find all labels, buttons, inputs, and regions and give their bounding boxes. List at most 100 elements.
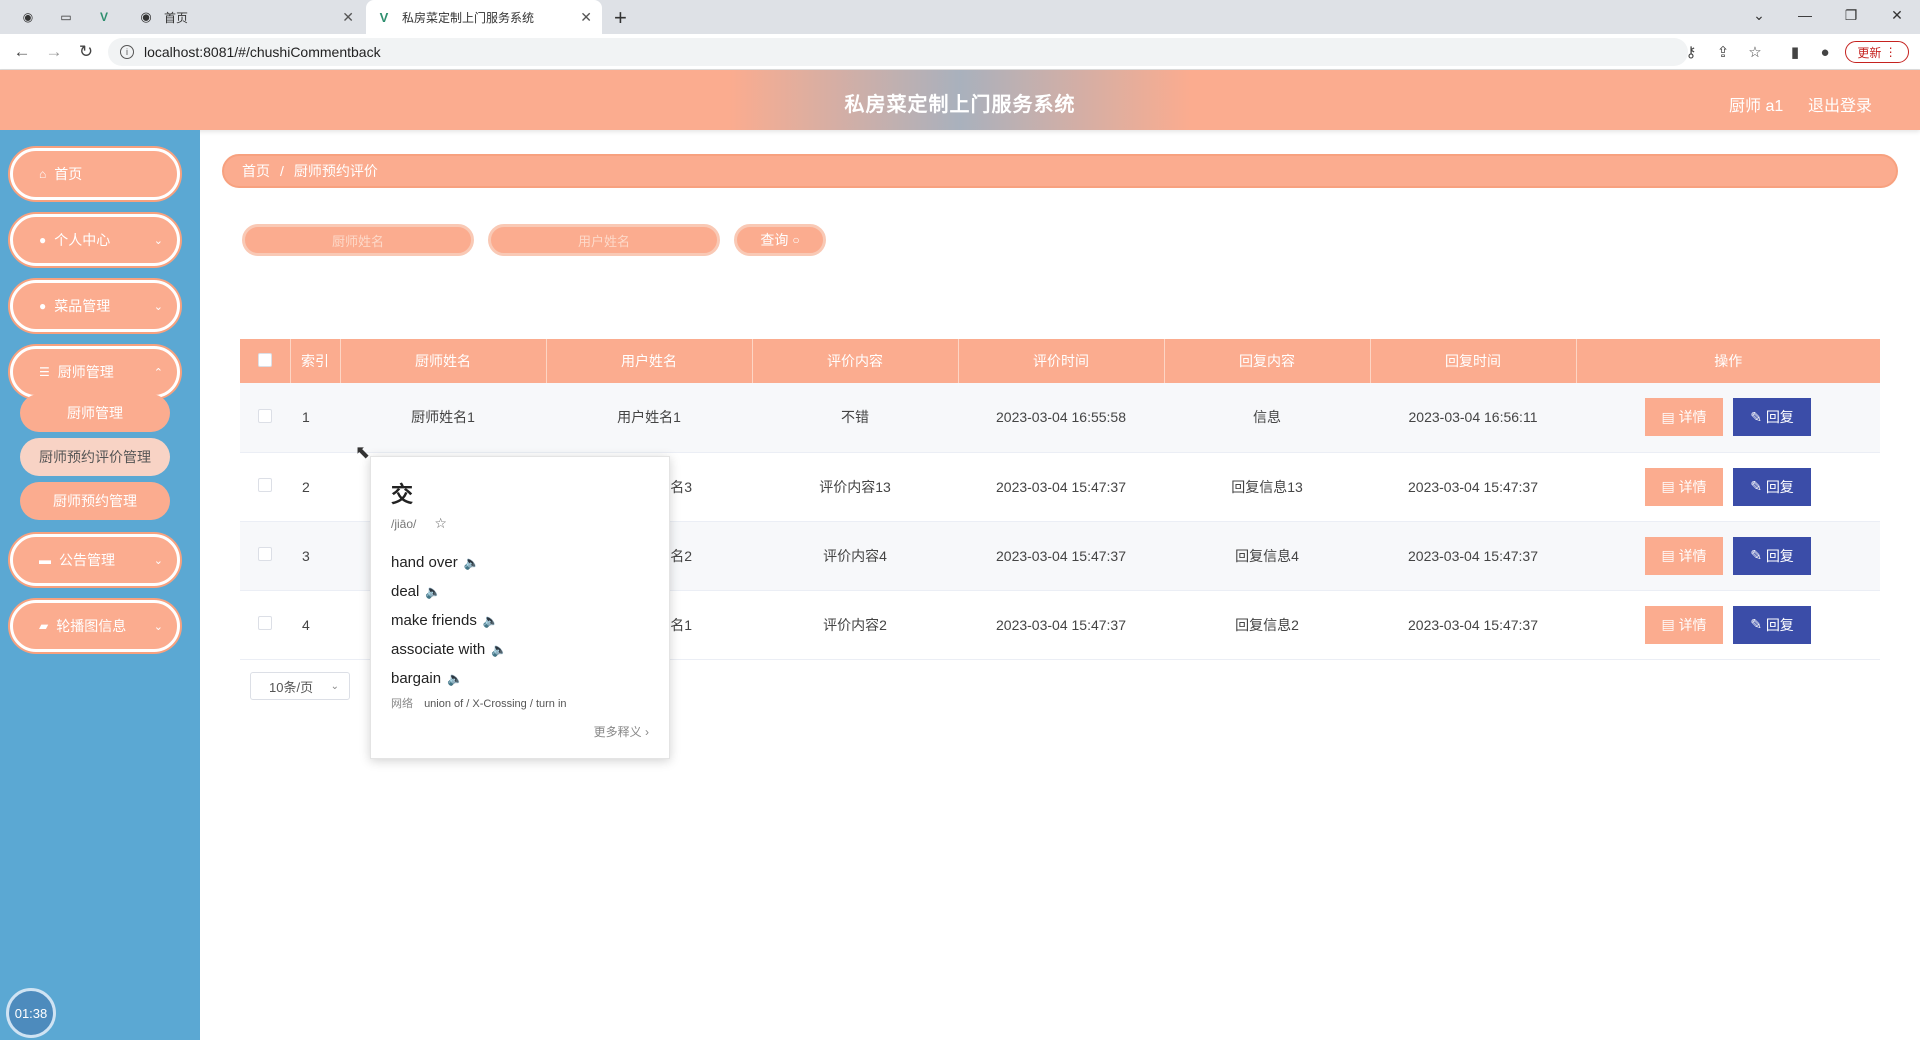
actions-cell: ▤ 详情 ✎ 回复 <box>1576 590 1880 659</box>
reply-time-cell: 2023-03-04 15:47:37 <box>1408 616 1538 633</box>
search-placeholder: 用户姓名 <box>577 233 630 249</box>
tab-pinned-3[interactable]: V <box>86 0 122 34</box>
row-checkbox[interactable] <box>240 521 290 590</box>
edit-icon: ✎ <box>1750 616 1762 632</box>
sidebar-item-notice-management[interactable]: ▬ 公告管理 ⌄ <box>10 534 180 586</box>
star-icon[interactable]: ☆ <box>434 515 447 532</box>
globe-icon: ◉ <box>22 10 34 24</box>
actions-cell: ▤ 详情 ✎ 回复 <box>1576 452 1880 521</box>
app-title: 私房菜定制上门服务系统 <box>844 94 1076 116</box>
detail-button[interactable]: ▤ 详情 <box>1645 605 1723 644</box>
back-icon[interactable]: ← <box>10 40 34 64</box>
row-checkbox[interactable] <box>240 590 290 659</box>
reply-button[interactable]: ✎ 回复 <box>1733 467 1811 506</box>
breadcrumb: 首页 / 厨师预约评价 <box>222 154 1898 188</box>
tab-label: 首页 <box>164 10 189 25</box>
window-close-icon[interactable]: ✕ <box>1874 0 1920 30</box>
sidebar-item-chef-management[interactable]: ☰ 厨师管理 ⌃ <box>10 346 180 398</box>
more-definitions-link[interactable]: 更多释义 › <box>594 723 649 740</box>
document-icon: ▤ <box>1661 478 1675 494</box>
reply-label: 回复 <box>1765 409 1794 426</box>
query-button[interactable]: 查询 ○ <box>734 224 826 256</box>
detail-button[interactable]: ▤ 详情 <box>1645 398 1723 437</box>
table-header-row: 索引 厨师姓名 用户姓名 评价内容 评价时间 回复内容 回复时间 操作 <box>240 339 1880 383</box>
page-size-value: 10条/页 <box>269 679 314 695</box>
close-icon[interactable]: ✕ <box>342 9 354 26</box>
page-size-select[interactable]: 10条/页 ⌄ <box>250 672 350 700</box>
reply-label: 回复 <box>1765 547 1794 564</box>
reply-button[interactable]: ✎ 回复 <box>1733 398 1811 437</box>
reload-icon[interactable]: ↻ <box>74 40 98 64</box>
reply-button[interactable]: ✎ 回复 <box>1733 605 1811 644</box>
row-checkbox[interactable] <box>240 383 290 452</box>
speaker-icon[interactable]: 🔈 <box>483 613 499 629</box>
bookmark-star-icon[interactable]: ☆ <box>1745 42 1765 62</box>
sidebar-item-dish-management[interactable]: ● 菜品管理 ⌄ <box>10 280 180 332</box>
logout-link[interactable]: 退出登录 <box>1808 92 1872 116</box>
submenu-chef-booking-management[interactable]: 厨师预约管理 <box>20 482 170 520</box>
profile-icon[interactable]: ● <box>1815 42 1835 62</box>
speaker-icon[interactable]: 🔈 <box>491 642 507 658</box>
chef-name-cell: 厨师姓名1 <box>411 409 475 426</box>
tab-system[interactable]: V 私房菜定制上门服务系统 ✕ <box>366 0 602 34</box>
tab-home[interactable]: ◉ 首页 ✕ <box>128 0 364 34</box>
address-bar[interactable]: i localhost:8081/#/chushiCommentback <box>108 38 1688 66</box>
row-checkbox[interactable] <box>240 452 290 521</box>
web-definition-text: union of / X-Crossing / turn in <box>424 698 567 710</box>
sidebar-item-personal-center[interactable]: ● 个人中心 ⌄ <box>10 214 180 266</box>
user-name-search-input[interactable]: 用户姓名 <box>488 224 720 256</box>
detail-button[interactable]: ▤ 详情 <box>1645 536 1723 575</box>
submenu-chef-management[interactable]: 厨师管理 <box>20 394 170 432</box>
select-all-checkbox[interactable] <box>240 339 291 383</box>
minimize-icon[interactable]: — <box>1782 0 1828 30</box>
search-icon: ○ <box>792 233 800 247</box>
restore-icon[interactable]: ❐ <box>1828 0 1874 30</box>
chevron-down-icon: ⌄ <box>330 680 339 692</box>
speaker-icon[interactable]: 🔈 <box>464 555 480 571</box>
reply-button[interactable]: ✎ 回复 <box>1733 536 1811 575</box>
detail-label: 详情 <box>1678 478 1707 495</box>
submenu-label: 厨师预约管理 <box>53 493 137 509</box>
chef-name-search-input[interactable]: 厨师姓名 <box>242 224 474 256</box>
document-icon: ▤ <box>1661 547 1675 563</box>
info-icon[interactable]: i <box>120 45 134 59</box>
key-icon[interactable]: ⚷ <box>1681 42 1701 62</box>
tab-pinned-1[interactable]: ◉ <box>10 0 46 34</box>
sidebar-item-carousel-info[interactable]: ▰ 轮播图信息 ⌄ <box>10 600 180 652</box>
speaker-icon[interactable]: 🔈 <box>425 584 441 600</box>
detail-button[interactable]: ▤ 详情 <box>1645 467 1723 506</box>
actions-cell: ▤ 详情 ✎ 回复 <box>1576 521 1880 590</box>
globe-icon: ◉ <box>140 9 152 24</box>
column-header: 操作 <box>1714 353 1743 369</box>
forward-icon[interactable]: → <box>42 40 66 64</box>
tab-pinned-2[interactable]: ▭ <box>48 0 84 34</box>
reply-cell: 信息 <box>1253 409 1281 426</box>
reply-cell: 回复信息2 <box>1235 616 1299 633</box>
pronunciation-row: /jiāo/ ☆ <box>391 515 649 532</box>
close-icon[interactable]: ✕ <box>580 9 592 26</box>
definition-item: bargain 🔈 <box>391 664 649 693</box>
new-tab-icon[interactable]: + <box>614 5 627 31</box>
speaker-icon[interactable]: 🔈 <box>447 671 463 687</box>
reply-time-cell: 2023-03-04 15:47:37 <box>1408 547 1538 564</box>
mouse-cursor-icon: ⬉ <box>355 442 371 462</box>
sidebar-item-home[interactable]: ⌂ 首页 <box>10 148 180 200</box>
reply-label: 回复 <box>1765 616 1794 633</box>
share-icon[interactable]: ⇪ <box>1713 42 1733 62</box>
submenu-chef-review-management[interactable]: 厨师预约评价管理 <box>20 438 170 476</box>
timer-badge: 01:38 <box>6 988 56 1038</box>
time-cell: 2023-03-04 16:55:58 <box>996 409 1126 426</box>
chevron-down-icon: ⌄ <box>153 554 163 567</box>
tab-search-icon[interactable]: ⌄ <box>1736 0 1782 30</box>
detail-label: 详情 <box>1678 409 1707 426</box>
submenu-label: 厨师管理 <box>67 405 123 421</box>
update-button[interactable]: 更新 ⋮ <box>1845 41 1909 63</box>
sidepanel-icon[interactable]: ▮ <box>1785 42 1805 62</box>
reply-time-cell: 2023-03-04 16:56:11 <box>1408 409 1538 426</box>
edit-icon: ✎ <box>1750 408 1762 425</box>
content-cell: 评价内容4 <box>823 547 887 564</box>
row-index: 2 <box>302 478 310 495</box>
sidebar: ⌂ 首页 ● 个人中心 ⌄ ● 菜品管理 ⌄ ☰ 厨师管理 ⌃ 厨师管理 厨师预… <box>0 130 200 1040</box>
breadcrumb-home[interactable]: 首页 <box>242 161 270 181</box>
query-label: 查询 <box>760 232 789 248</box>
